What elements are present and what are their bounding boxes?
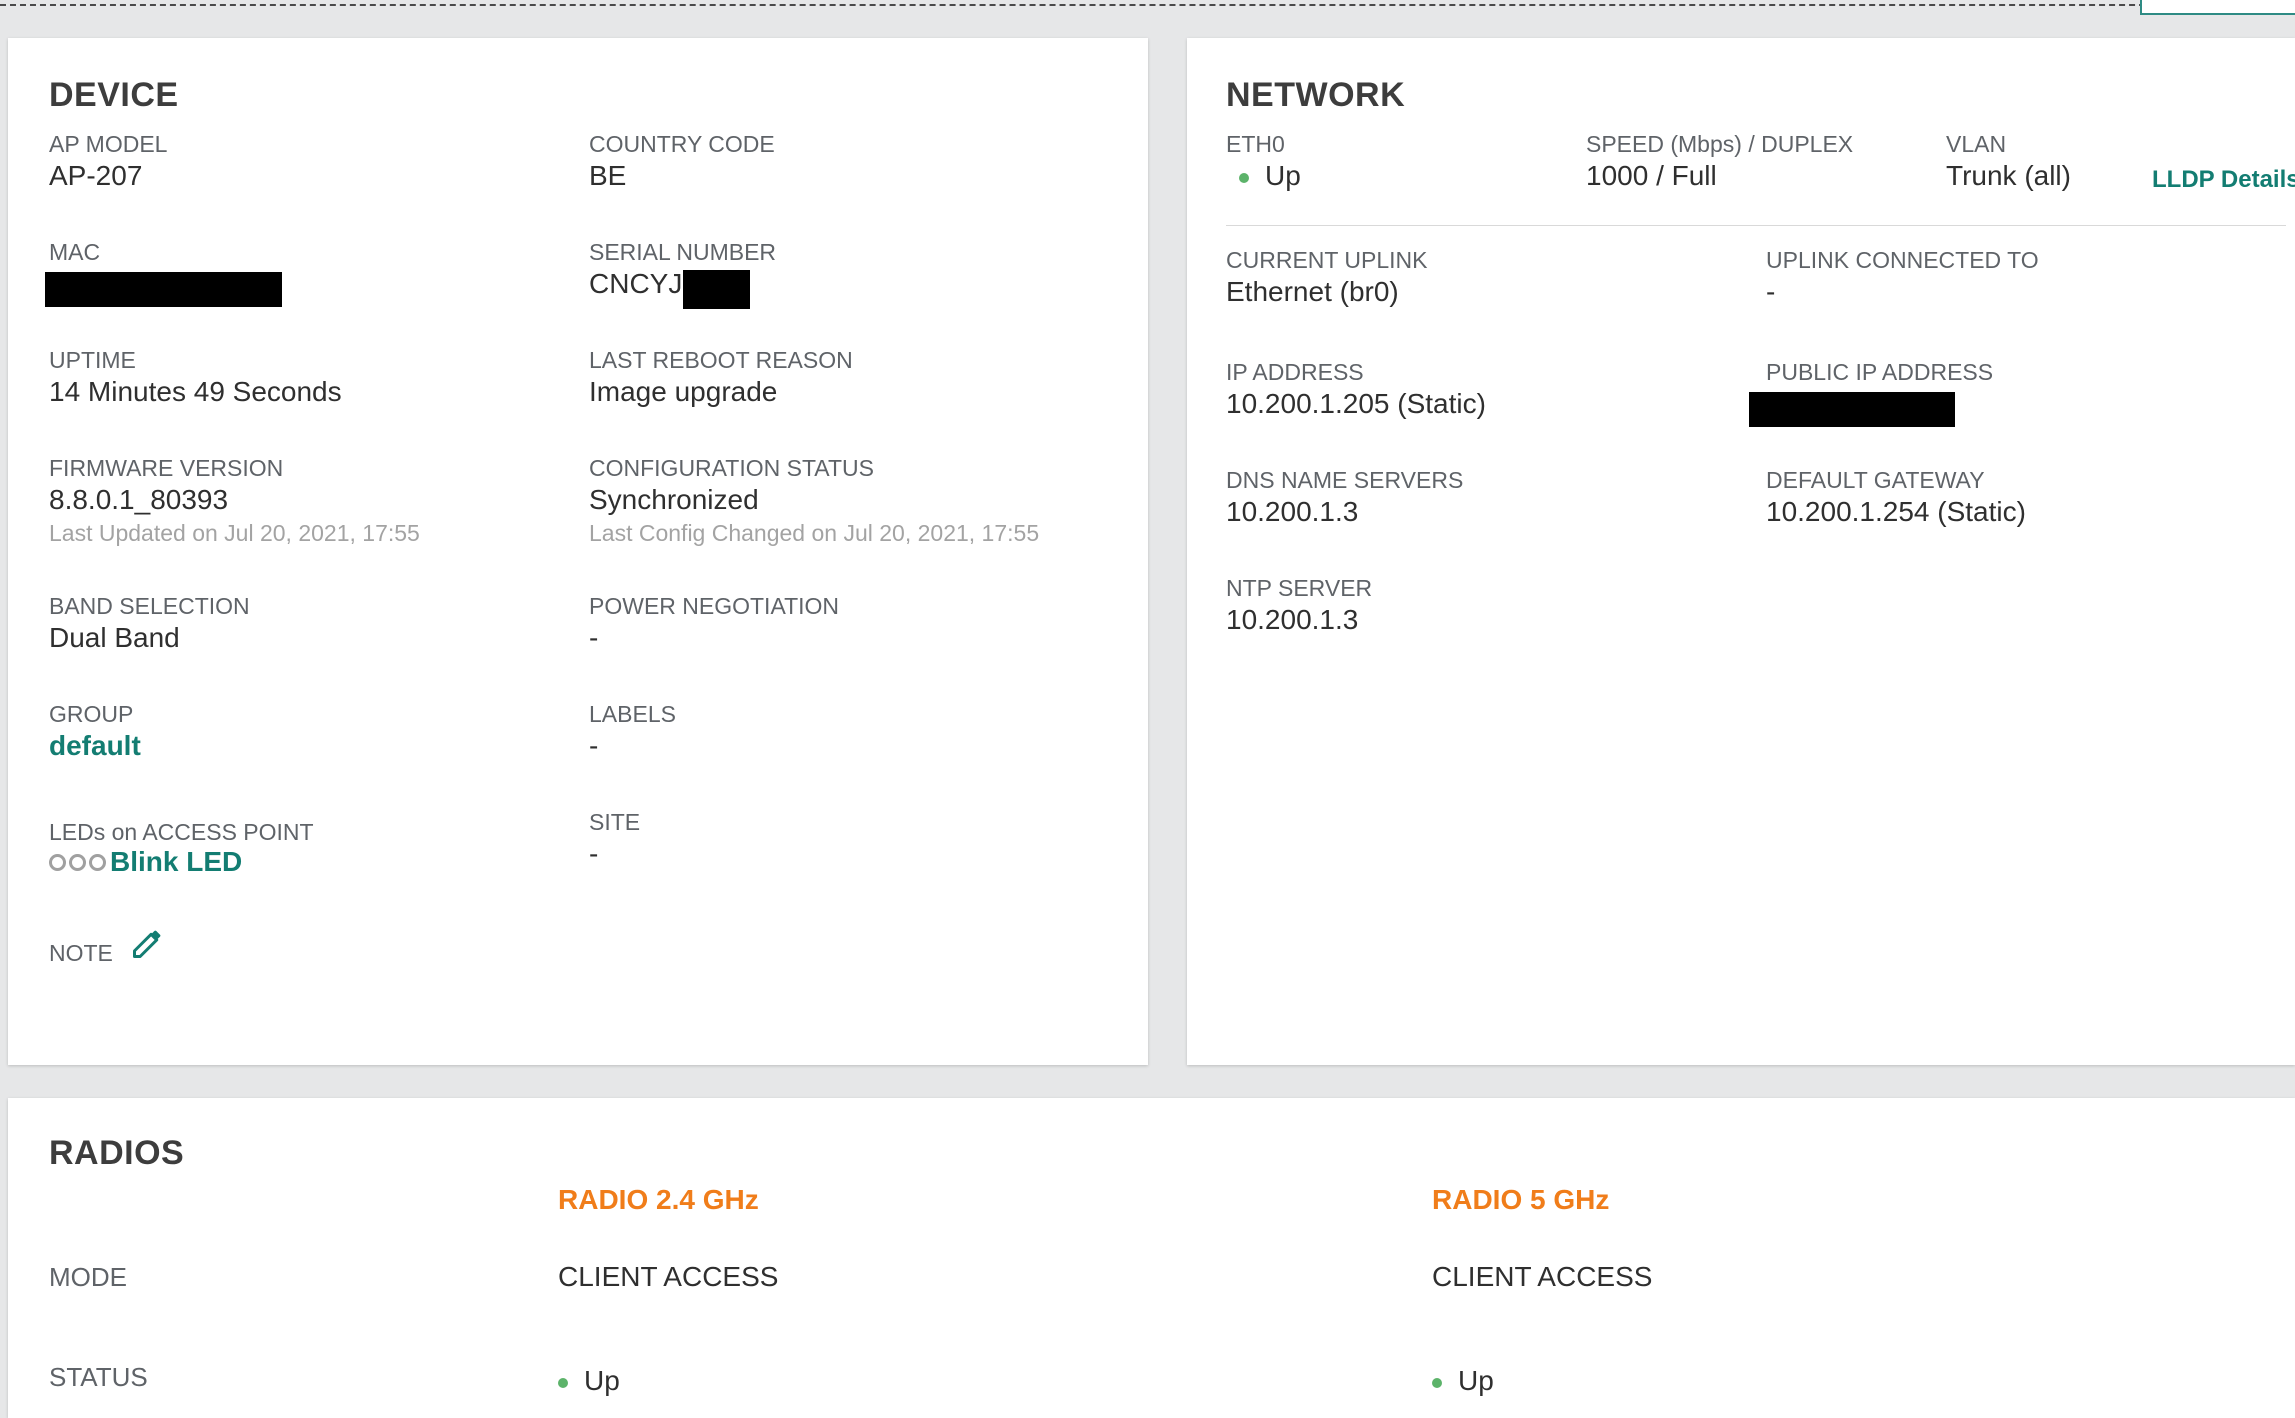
radios-title: RADIOS [49, 1134, 185, 1172]
vlan-label: VLAN [1946, 131, 2007, 157]
site-value: - [589, 838, 599, 869]
serial-redacted [683, 270, 750, 309]
config-status-label: CONFIGURATION STATUS [589, 455, 874, 481]
default-gateway-value: 10.200.1.254 (Static) [1766, 496, 2026, 527]
status-label: STATUS [49, 1362, 148, 1392]
top-toolbar-edge [0, 0, 2295, 6]
leds-label: LEDs on ACCESS POINT [49, 819, 314, 845]
uplink-connected-label: UPLINK CONNECTED TO [1766, 247, 2039, 273]
radio-5-status-text: Up [1458, 1365, 1494, 1396]
radio-5-mode: CLIENT ACCESS [1432, 1261, 1653, 1292]
current-uplink-label: CURRENT UPLINK [1226, 247, 1428, 273]
network-panel: NETWORK ETH0 Up SPEED (Mbps) / DUPLEX 10… [1187, 38, 2295, 1065]
labels-value: - [589, 730, 599, 761]
uptime-value: 14 Minutes 49 Seconds [49, 376, 342, 407]
led-indicator-icon [49, 853, 106, 871]
current-uplink-value: Ethernet (br0) [1226, 276, 1399, 307]
country-code-label: COUNTRY CODE [589, 131, 775, 157]
config-status-value: Synchronized [589, 484, 759, 515]
uptime-label: UPTIME [49, 347, 136, 373]
ip-address-label: IP ADDRESS [1226, 359, 1364, 385]
uplink-connected-value: - [1766, 276, 1776, 307]
vlan-value: Trunk (all) [1946, 160, 2071, 191]
radio-24-title: RADIO 2.4 GHz [558, 1184, 759, 1215]
device-title: DEVICE [49, 76, 179, 114]
speed-duplex-value: 1000 / Full [1586, 160, 1717, 191]
device-panel: DEVICE AP MODEL AP-207 COUNTRY CODE BE M… [8, 38, 1148, 1065]
labels-label: LABELS [589, 701, 676, 727]
power-negotiation-value: - [589, 622, 599, 653]
firmware-updated: Last Updated on Jul 20, 2021, 17:55 [49, 520, 420, 546]
led-circle-icon [49, 853, 66, 871]
eth0-label: ETH0 [1226, 131, 1285, 157]
lldp-details-link[interactable]: LLDP Details [2152, 166, 2295, 194]
blink-led-control[interactable]: Blink LED [49, 846, 242, 878]
country-code-value: BE [589, 160, 627, 191]
blink-led-link[interactable]: Blink LED [110, 846, 242, 877]
led-circle-icon [69, 853, 86, 871]
firmware-value: 8.8.0.1_80393 [49, 484, 229, 515]
radio-24-mode: CLIENT ACCESS [558, 1261, 779, 1292]
ip-address-value: 10.200.1.205 (Static) [1226, 388, 1486, 419]
ntp-server-label: NTP SERVER [1226, 575, 1373, 601]
radios-panel: RADIOS RADIO 2.4 GHz RADIO 5 GHz MODE CL… [8, 1098, 2295, 1418]
radio-5-title: RADIO 5 GHz [1432, 1184, 1610, 1215]
default-gateway-label: DEFAULT GATEWAY [1766, 467, 1985, 493]
reboot-reason-value: Image upgrade [589, 376, 778, 407]
site-label: SITE [589, 809, 641, 835]
firmware-label: FIRMWARE VERSION [49, 455, 284, 481]
public-ip-redacted [1749, 392, 1955, 427]
group-link[interactable]: default [49, 730, 141, 762]
eth0-status: Up [1239, 160, 1301, 192]
serial-label: SERIAL NUMBER [589, 239, 777, 265]
edit-note-pencil-icon[interactable] [130, 925, 166, 961]
reboot-reason-label: LAST REBOOT REASON [589, 347, 853, 373]
radio-5-status: Up [1432, 1365, 1494, 1397]
radio-24-status: Up [558, 1365, 620, 1397]
note-label: NOTE [49, 940, 113, 966]
band-selection-value: Dual Band [49, 622, 180, 653]
top-right-button[interactable] [2140, 0, 2295, 15]
led-circle-icon [89, 853, 106, 871]
network-title: NETWORK [1226, 76, 1406, 114]
status-dot-icon [1239, 172, 1249, 183]
ntp-server-value: 10.200.1.3 [1226, 604, 1359, 635]
ap-model-label: AP MODEL [49, 131, 168, 157]
status-dot-icon [558, 1377, 568, 1388]
public-ip-label: PUBLIC IP ADDRESS [1766, 359, 1994, 385]
status-dot-icon [1432, 1377, 1442, 1388]
power-negotiation-label: POWER NEGOTIATION [589, 593, 840, 619]
mode-label: MODE [49, 1262, 127, 1292]
band-selection-label: BAND SELECTION [49, 593, 250, 619]
mac-redacted [45, 272, 282, 307]
dns-value: 10.200.1.3 [1226, 496, 1359, 527]
radio-24-status-text: Up [584, 1365, 620, 1396]
dns-label: DNS NAME SERVERS [1226, 467, 1464, 493]
network-divider [1226, 225, 2286, 226]
speed-duplex-label: SPEED (Mbps) / DUPLEX [1586, 131, 1854, 157]
mac-label: MAC [49, 239, 101, 265]
group-label: GROUP [49, 701, 134, 727]
config-changed: Last Config Changed on Jul 20, 2021, 17:… [589, 520, 1040, 546]
ap-model-value: AP-207 [49, 160, 143, 191]
eth0-status-text: Up [1265, 160, 1301, 191]
